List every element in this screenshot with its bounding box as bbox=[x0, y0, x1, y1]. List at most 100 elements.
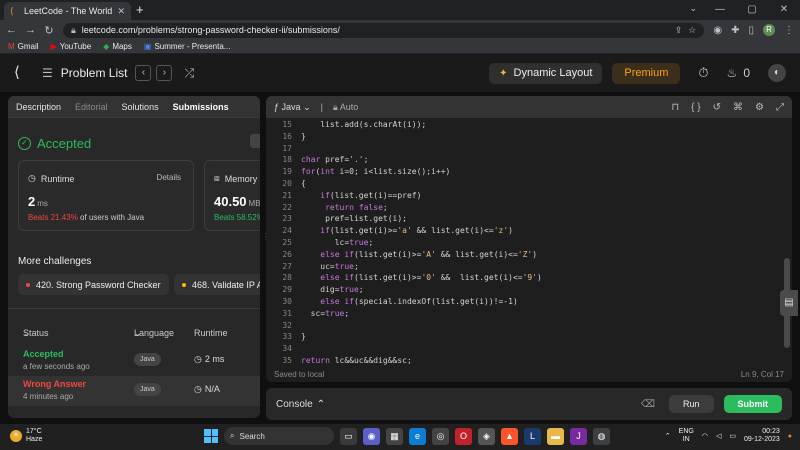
timer-icon[interactable]: ⏱ bbox=[698, 65, 708, 81]
file-explorer-icon[interactable]: ▬ bbox=[547, 427, 564, 445]
instagram-icon[interactable]: ◈ bbox=[478, 427, 495, 445]
expand-icon[interactable]: ⤢ bbox=[776, 102, 784, 113]
tab-search-icon[interactable]: ⌄ bbox=[689, 3, 697, 14]
premium-button[interactable]: Premium bbox=[612, 62, 681, 84]
code-line[interactable]: lc=true; bbox=[301, 238, 374, 247]
minimize-icon[interactable]: — bbox=[704, 0, 736, 20]
problem-list-link[interactable]: Problem List bbox=[61, 66, 128, 80]
code-area[interactable]: 15 list.add(s.charAt(i)); 16} 17 18 char pre… bbox=[266, 118, 792, 366]
submit-button[interactable]: Submit bbox=[723, 395, 782, 413]
app-icon[interactable]: ◎ bbox=[432, 427, 449, 445]
bookmark-youtube[interactable]: ▶ YouTube bbox=[51, 42, 92, 51]
bookmark-icon[interactable]: ⊓ bbox=[671, 102, 679, 113]
code-line[interactable]: char pref='.'; bbox=[301, 155, 368, 164]
runtime-card[interactable]: ◷ Runtime Details 2 ms Beats 21.43% of use… bbox=[18, 160, 194, 231]
notes-icon[interactable]: ▤ bbox=[780, 290, 798, 316]
streak-counter[interactable]: ♨ 0 bbox=[727, 66, 750, 80]
code-line[interactable]: } bbox=[301, 332, 306, 341]
bookmark-gmail[interactable]: M Gmail bbox=[8, 42, 39, 51]
memory-card[interactable]: ⧈ Memory 40.50 MB Beats 58.52% bbox=[204, 160, 260, 231]
sidepanel-icon[interactable]: ▯ bbox=[748, 25, 754, 36]
lock-icon[interactable]: 🔒︎ bbox=[71, 25, 76, 36]
code-line[interactable]: return false; bbox=[301, 203, 388, 212]
language-indicator[interactable]: ENG IN bbox=[679, 428, 694, 444]
windows-start-icon[interactable] bbox=[204, 429, 218, 443]
notification-icon[interactable]: ● bbox=[788, 433, 792, 440]
store-icon[interactable]: ▦ bbox=[386, 427, 403, 445]
challenge-chip[interactable]: 420. Strong Password Checker bbox=[18, 274, 169, 295]
next-problem-button[interactable]: › bbox=[156, 65, 173, 81]
brave-icon[interactable]: ▲ bbox=[501, 427, 518, 445]
code-line[interactable]: pref=list.get(i); bbox=[301, 214, 407, 223]
browser-tab[interactable]: ⟨ LeetCode - The World's Leading ✕ bbox=[4, 2, 131, 20]
volume-icon[interactable]: ◁ bbox=[716, 432, 721, 440]
linkedin-icon[interactable]: L bbox=[524, 427, 541, 445]
wifi-icon[interactable]: ◠ bbox=[702, 432, 708, 440]
taskbar-search[interactable]: ⌕ Search bbox=[224, 427, 334, 445]
tab-solutions[interactable]: Solutions bbox=[122, 102, 159, 112]
forward-icon[interactable]: → bbox=[25, 24, 36, 36]
details-link[interactable]: Details bbox=[157, 173, 181, 182]
code-line[interactable]: for(int i=0; i<list.size();i++) bbox=[301, 167, 450, 176]
console-toggle[interactable]: Console ⌃ bbox=[276, 399, 325, 410]
reset-icon[interactable]: ↺ bbox=[713, 102, 721, 113]
intellij-icon[interactable]: J bbox=[570, 427, 587, 445]
editor-scrollbar[interactable] bbox=[784, 118, 790, 366]
tab-editorial[interactable]: Editorial bbox=[75, 102, 108, 112]
clock[interactable]: 00:23 09-12-2023 bbox=[744, 428, 780, 444]
challenge-chip[interactable]: 468. Validate IP A bbox=[174, 274, 260, 295]
bookmark-maps[interactable]: ◆ Maps bbox=[103, 42, 132, 51]
braces-icon[interactable]: { } bbox=[691, 102, 700, 113]
battery-icon[interactable]: ▭ bbox=[729, 432, 736, 440]
edge-icon[interactable]: e bbox=[409, 427, 426, 445]
code-line[interactable]: if(list.get(i)>='a' && list.get(i)<='z') bbox=[301, 226, 513, 235]
new-tab-icon[interactable]: + bbox=[136, 2, 144, 17]
shuffle-icon[interactable]: ⤮ bbox=[184, 66, 194, 81]
code-line[interactable]: else if(list.get(i)>='0' && list.get(i)<… bbox=[301, 273, 542, 282]
code-line[interactable]: uc=true; bbox=[301, 262, 359, 271]
settings-gear-icon[interactable]: ⚙ bbox=[755, 102, 764, 113]
command-icon[interactable]: ⌘ bbox=[733, 102, 743, 113]
code-line[interactable]: else if(special.indexOf(list.get(i))!=-1… bbox=[301, 297, 518, 306]
code-line[interactable]: else if(list.get(i)>='A' && list.get(i)<… bbox=[301, 250, 537, 259]
weather-widget[interactable]: ☀ 17°C Haze bbox=[10, 428, 42, 444]
trash-icon[interactable]: ⌫ bbox=[641, 399, 655, 410]
panel-scroll-tab[interactable] bbox=[250, 134, 260, 148]
prev-problem-button[interactable]: ‹ bbox=[135, 65, 152, 81]
menu-dots-icon[interactable]: ⋮ bbox=[784, 25, 794, 36]
code-line[interactable]: sc=true; bbox=[301, 309, 350, 318]
omnibox[interactable]: 🔒︎ leetcode.com/problems/strong-password… bbox=[63, 22, 705, 38]
leetcode-logo-icon[interactable]: ⟨ bbox=[14, 65, 30, 81]
chevron-up-icon[interactable]: ⌃ bbox=[665, 432, 671, 440]
code-line[interactable]: if(list.get(i)==pref) bbox=[301, 191, 421, 200]
code-line[interactable]: } bbox=[301, 132, 306, 141]
panel-resize-handle[interactable]: ⋮ bbox=[262, 232, 270, 246]
dynamic-layout-button[interactable]: ✦ Dynamic Layout bbox=[489, 62, 603, 84]
list-icon[interactable]: ☰ bbox=[42, 66, 53, 80]
close-tab-icon[interactable]: ✕ bbox=[117, 6, 125, 17]
extensions-puzzle-icon[interactable]: ✚ bbox=[731, 25, 739, 36]
tab-description[interactable]: Description bbox=[16, 102, 61, 112]
chrome-icon[interactable]: ◍ bbox=[593, 427, 610, 445]
extension-icon[interactable]: ◉ bbox=[713, 25, 722, 36]
opera-icon[interactable]: O bbox=[455, 427, 472, 445]
code-line[interactable]: { bbox=[301, 179, 306, 188]
reload-icon[interactable]: ↻ bbox=[44, 24, 54, 37]
profile-avatar[interactable]: R bbox=[763, 24, 775, 36]
bookmark-star-icon[interactable]: ☆ bbox=[688, 25, 696, 36]
teams-icon[interactable]: ◉ bbox=[363, 427, 380, 445]
maximize-icon[interactable]: ▢ bbox=[736, 0, 768, 20]
tab-submissions[interactable]: Submissions bbox=[173, 102, 229, 112]
user-avatar[interactable]: ◐ bbox=[768, 64, 786, 82]
url-text[interactable]: leetcode.com/problems/strong-password-ch… bbox=[82, 25, 669, 35]
code-line[interactable]: return lc&&uc&&dig&&sc; bbox=[301, 356, 412, 365]
language-select[interactable]: ƒ Java ⌄ bbox=[274, 102, 311, 113]
table-row[interactable]: Wrong Answer 4 minutes ago Java ◷ N/A bbox=[8, 376, 260, 406]
autocomplete-toggle[interactable]: 🔒︎ Auto bbox=[333, 102, 358, 113]
code-line[interactable]: list.add(s.charAt(i)); bbox=[301, 120, 426, 129]
close-window-icon[interactable]: ✕ bbox=[768, 0, 800, 20]
share-icon[interactable]: ⇪ bbox=[675, 25, 683, 36]
table-row[interactable]: Accepted a few seconds ago Java ◷ 2 ms bbox=[8, 346, 260, 376]
code-line[interactable]: dig=true; bbox=[301, 285, 363, 294]
run-button[interactable]: Run bbox=[668, 395, 714, 413]
